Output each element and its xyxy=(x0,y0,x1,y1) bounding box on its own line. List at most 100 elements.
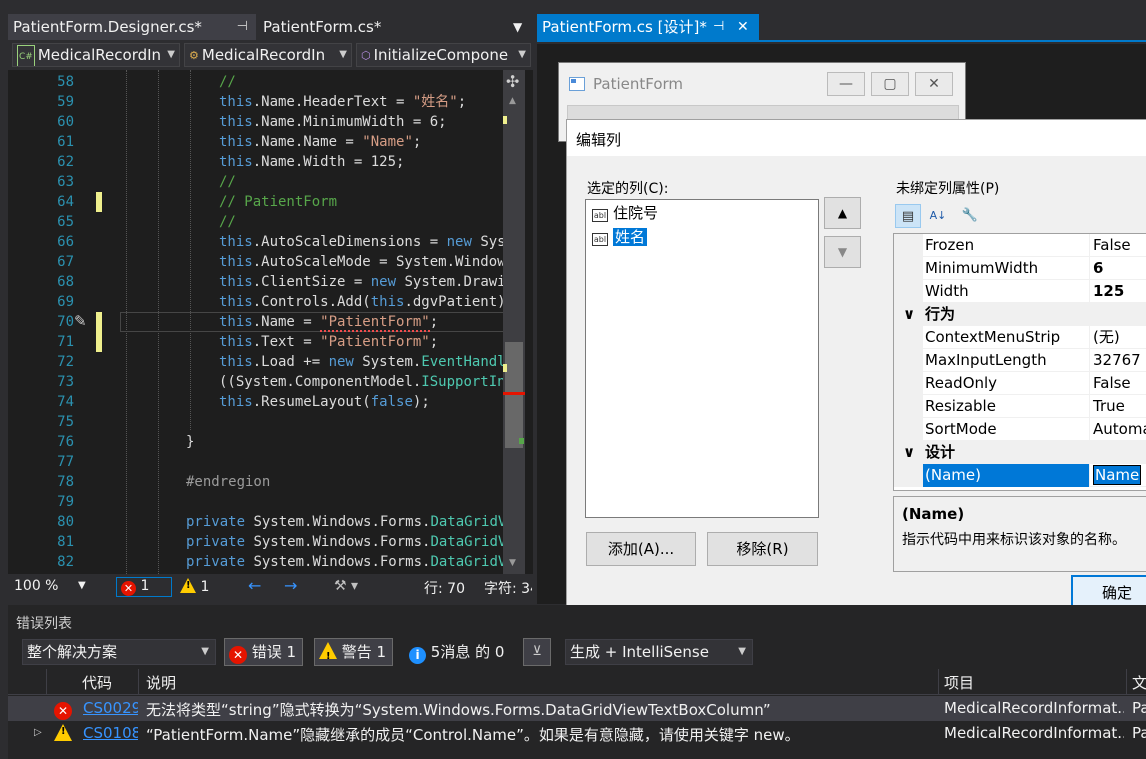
property-row[interactable]: SortMode Automa xyxy=(894,418,1146,441)
property-value[interactable]: True xyxy=(1091,395,1146,418)
navigate-forward-icon[interactable]: → xyxy=(284,576,297,595)
code-token: .AutoScaleMode = System.Windows xyxy=(252,254,515,270)
expand-icon[interactable]: ▷ xyxy=(34,727,42,738)
class-dropdown[interactable]: ⚙ MedicalRecordIn ▼ xyxy=(184,43,352,67)
property-value[interactable]: False xyxy=(1091,372,1146,395)
property-pages-icon[interactable]: 🔧 xyxy=(957,204,983,228)
column-header-file[interactable]: 文 xyxy=(1132,672,1146,693)
code-token: new xyxy=(328,354,354,370)
table-row[interactable]: ▷ CS0108 “PatientForm.Name”隐藏继承的成员“Control… xyxy=(8,721,1146,746)
column-list-item-label: 住院号 xyxy=(613,204,659,222)
split-handle-icon[interactable]: ✣ xyxy=(506,72,519,91)
tab-patientform-design[interactable]: PatientForm.cs [设计]* ⊣ ✕ xyxy=(537,14,759,40)
scope-dropdown[interactable]: 整个解决方案 ▼ xyxy=(22,639,216,665)
scroll-up-icon[interactable]: ▲ xyxy=(509,96,516,106)
property-value[interactable]: Name xyxy=(1091,464,1146,487)
code-token: .Name.Width = 125; xyxy=(252,154,405,170)
cleanup-icon[interactable]: ⚒ ▾ xyxy=(334,578,358,594)
collapse-icon[interactable]: ∨ xyxy=(903,303,915,325)
add-column-button[interactable]: 添加(A)... xyxy=(586,532,696,566)
dialog-titlebar[interactable]: 编辑列 xyxy=(567,120,1146,156)
code-text: private System.Windows.Forms.DataGridVi xyxy=(186,512,515,532)
messages-filter-button[interactable]: i 5消息 的 0 xyxy=(404,638,511,666)
code-text: } xyxy=(186,432,194,452)
scrollbar-thumb[interactable] xyxy=(505,342,523,448)
line-number: 82 xyxy=(57,554,74,570)
property-row[interactable]: ContextMenuStrip (无) xyxy=(894,326,1146,349)
warnings-filter-button[interactable]: 警告 1 xyxy=(314,638,394,670)
code-text: #endregion xyxy=(186,472,270,492)
code-editor[interactable]: ✎ 58//59 this.Name.HeaderText = "姓名"; 60th… xyxy=(8,70,533,574)
move-down-button[interactable]: ▼ xyxy=(824,236,861,268)
property-value[interactable]: Automa xyxy=(1091,418,1146,441)
filter-icon[interactable]: ⊻ xyxy=(523,638,551,666)
method-icon: ⬡ xyxy=(361,49,371,62)
code-text: // PatientForm xyxy=(219,192,337,212)
pin-icon[interactable]: ⊣ xyxy=(237,14,248,40)
property-value[interactable]: (无) xyxy=(1091,326,1146,349)
table-row[interactable]: ✕ CS0029 无法将类型“string”隐式转换为“System.Windows… xyxy=(8,696,1146,721)
property-value-editor[interactable]: Name xyxy=(1093,465,1142,485)
property-value[interactable]: 125 xyxy=(1091,280,1146,303)
property-value[interactable]: False xyxy=(1091,234,1146,257)
column-list-item[interactable]: abl 姓名 xyxy=(592,226,648,248)
code-token: ; xyxy=(429,314,439,330)
column-header-description[interactable]: 说明 xyxy=(146,672,176,693)
scroll-down-icon[interactable]: ▼ xyxy=(509,558,516,568)
column-list-item[interactable]: abl 住院号 xyxy=(592,202,658,224)
error-code-link[interactable]: CS0029 xyxy=(83,699,138,717)
document-tabstrip: PatientForm.Designer.cs* ⊣ PatientForm.c… xyxy=(0,14,533,40)
error-code-link[interactable]: CS0108 xyxy=(83,724,138,742)
zoom-dropdown[interactable]: 100 % ▼ xyxy=(14,578,90,594)
member-dropdown[interactable]: ⬡ InitializeCompone ▼ xyxy=(356,43,531,67)
property-row[interactable]: Resizable True xyxy=(894,395,1146,418)
property-category[interactable]: ∨ 行为 xyxy=(894,303,1146,326)
ok-button[interactable]: 确定 xyxy=(1071,575,1146,609)
property-row[interactable]: ReadOnly False xyxy=(894,372,1146,395)
editor-vertical-scrollbar[interactable]: ✣ ▲ ▼ xyxy=(503,70,525,574)
code-token: .Controls.Add( xyxy=(252,294,371,310)
property-row[interactable]: MaxInputLength 32767 xyxy=(894,349,1146,372)
quick-action-icon[interactable]: ✎ xyxy=(74,312,87,330)
categorized-icon[interactable]: ▤ xyxy=(895,204,921,228)
property-row[interactable]: (Name) Name xyxy=(894,464,1146,487)
property-row[interactable]: Width 125 xyxy=(894,280,1146,303)
line-number: 68 xyxy=(57,274,74,290)
property-grid[interactable]: Frozen False MinimumWidth 6 Width 125 ∨ 行为 Conte… xyxy=(893,233,1146,491)
change-marker xyxy=(96,312,102,332)
warning-count[interactable]: 1 xyxy=(180,578,209,595)
code-token: this xyxy=(219,314,253,330)
code-token: ISupportIni xyxy=(421,374,515,390)
collapse-icon[interactable]: ∨ xyxy=(903,441,915,463)
column-header-project[interactable]: 项目 xyxy=(944,672,974,693)
property-row[interactable]: Frozen False xyxy=(894,234,1146,257)
char-indicator: 字符: 34 xyxy=(484,581,532,597)
property-value[interactable]: 6 xyxy=(1091,257,1146,280)
selected-columns-list[interactable]: abl 住院号 abl 姓名 xyxy=(585,199,819,518)
textbox-column-icon: abl xyxy=(592,209,608,222)
code-token: System. xyxy=(353,354,422,370)
property-category[interactable]: ∨ 设计 xyxy=(894,441,1146,464)
property-row[interactable]: MinimumWidth 6 xyxy=(894,257,1146,280)
project-dropdown[interactable]: C# MedicalRecordIn ▼ xyxy=(12,43,180,67)
errors-filter-button[interactable]: ✕ 错误 1 xyxy=(224,638,304,666)
code-token: // PatientForm xyxy=(219,194,338,210)
code-text: this.Name.Name = "Name"; xyxy=(219,132,421,152)
code-token: private xyxy=(186,554,246,570)
tab-patientform-designer[interactable]: PatientForm.Designer.cs* ⊣ xyxy=(8,14,256,40)
property-name: (Name) xyxy=(923,464,1090,487)
tab-list-dropdown-icon[interactable]: ▼ xyxy=(508,14,528,40)
error-count[interactable]: ✕ 1 xyxy=(116,577,172,597)
remove-column-button[interactable]: 移除(R) xyxy=(707,532,818,566)
property-value[interactable]: 32767 xyxy=(1091,349,1146,372)
pin-icon[interactable]: ⊣ xyxy=(713,14,724,40)
maximize-icon: ▢ xyxy=(871,72,909,96)
code-text: // xyxy=(219,212,236,232)
alphabetical-icon[interactable]: A↓ xyxy=(925,204,951,228)
close-icon[interactable]: ✕ xyxy=(737,14,749,40)
move-up-button[interactable]: ▲ xyxy=(824,197,861,229)
tab-patientform-cs[interactable]: PatientForm.cs* xyxy=(258,14,438,40)
navigate-back-icon[interactable]: ← xyxy=(248,576,261,595)
column-header-code[interactable]: 代码 xyxy=(82,672,112,693)
build-filter-dropdown[interactable]: 生成 + IntelliSense ▼ xyxy=(565,639,753,665)
